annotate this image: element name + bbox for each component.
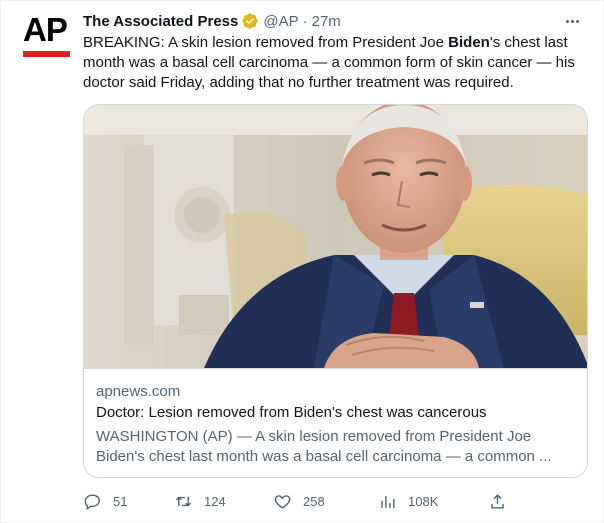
ap-logo-bar	[23, 51, 70, 57]
more-options-icon[interactable]	[561, 11, 583, 31]
author-name[interactable]: The Associated Press	[83, 13, 238, 30]
like-button[interactable]: 258	[273, 489, 325, 513]
tweet-header: The Associated Press @AP · 27m	[83, 11, 341, 31]
separator-dot: ·	[302, 12, 308, 30]
share-icon	[491, 493, 504, 509]
card-domain: apnews.com	[96, 383, 181, 400]
card-meta: apnews.com Doctor: Lesion removed from B…	[84, 368, 587, 477]
avatar[interactable]: AP	[21, 11, 73, 61]
tweet-text-bold: Biden	[448, 34, 490, 51]
reply-count: 51	[113, 493, 128, 509]
card-image	[84, 105, 587, 368]
ap-logo-text: AP	[23, 11, 68, 48]
card-description: WASHINGTON (AP) — A skin lesion removed …	[96, 428, 552, 465]
reply-button[interactable]: 51	[83, 489, 127, 513]
retweet-button[interactable]: 124	[174, 489, 226, 513]
views-icon	[381, 495, 395, 508]
retweet-icon	[175, 496, 192, 506]
verified-badge-icon	[242, 13, 259, 29]
author-handle[interactable]: @AP	[263, 13, 298, 30]
heart-icon	[274, 494, 291, 509]
link-card[interactable]: apnews.com Doctor: Lesion removed from B…	[83, 104, 588, 478]
share-button[interactable]	[488, 489, 507, 513]
reply-icon	[84, 493, 100, 510]
tweet-text: BREAKING: A skin lesion removed from Pre…	[83, 33, 593, 93]
card-title: Doctor: Lesion removed from Biden's ches…	[96, 404, 487, 421]
tweet[interactable]: AP The Associated Press @AP · 27m BREAKI…	[0, 0, 604, 523]
views-button[interactable]: 108K	[378, 489, 438, 513]
retweet-count: 124	[204, 493, 226, 509]
tweet-text-prefix: BREAKING: A skin lesion removed from Pre…	[83, 34, 449, 51]
like-count: 258	[303, 493, 325, 509]
tweet-actions: 51 124 258 108K	[83, 489, 504, 513]
views-count: 108K	[408, 493, 439, 509]
timestamp[interactable]: 27m	[312, 13, 341, 30]
